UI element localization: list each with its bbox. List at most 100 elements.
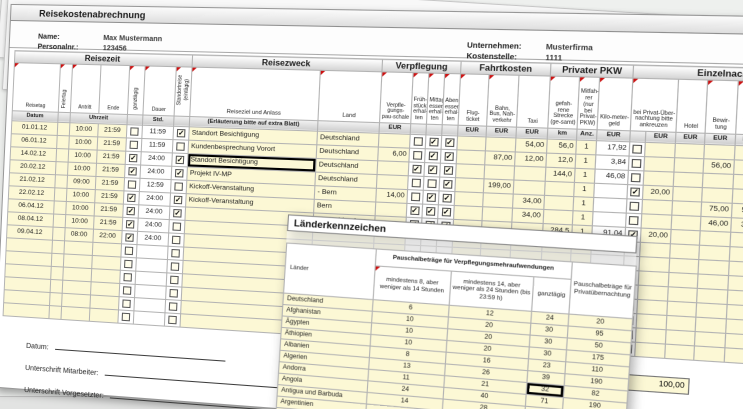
cell-priv[interactable] [626,213,642,228]
cell-feiertag[interactable] [55,161,68,175]
ab-checkbox[interactable]: ✓ [443,166,452,175]
ganz-checkbox[interactable] [122,312,131,321]
cell-taxi[interactable]: 34,00 [513,194,545,209]
ganz-checkbox[interactable] [122,299,131,308]
cell-bahn[interactable] [486,137,517,152]
cell-anz[interactable]: 1 [575,168,596,183]
cell-trink[interactable] [733,174,743,190]
priv-checkbox[interactable] [631,173,641,182]
cell-km[interactable]: 144,0 [545,167,575,182]
cell-ganz[interactable] [124,177,140,191]
mi-checkbox[interactable] [427,179,436,188]
cell-fr[interactable]: ✓ [406,203,422,218]
cell-bahn[interactable] [482,206,513,221]
cell-standort[interactable] [165,299,181,313]
cell-standort[interactable] [167,259,183,273]
cell-priveur[interactable] [642,199,673,215]
cell-flug[interactable] [456,164,485,179]
cell-antritt[interactable]: 10:00 [66,188,95,202]
cell-flug[interactable] [457,136,486,151]
cell-feiertag[interactable] [54,188,67,202]
cell-ganz[interactable]: ✓ [122,230,138,244]
cell-standort[interactable]: ✓ [172,153,188,167]
cell-bewirt[interactable]: 56,00 [703,158,734,174]
cell-verpfl[interactable] [379,133,411,148]
cell-feiertag[interactable] [53,214,66,228]
cell-antritt[interactable]: 10:00 [68,162,97,176]
cell-trink[interactable] [732,189,743,205]
standort-checkbox[interactable] [172,235,181,244]
kostenstelle-value[interactable]: 1111 [545,55,562,63]
priv-checkbox[interactable]: ✓ [630,187,640,196]
standort-checkbox[interactable]: ✓ [177,129,186,138]
cell-hotel[interactable] [673,172,703,188]
cell-bahn[interactable]: 199,00 [484,179,515,194]
cell-taxi[interactable]: 34,00 [512,208,544,223]
cell-ab[interactable]: ✓ [439,191,456,206]
cell-ende[interactable]: 21:59 [95,189,124,203]
cell-ende[interactable]: 21:59 [94,203,123,218]
cell-hotel[interactable] [673,186,703,202]
priv-checkbox[interactable] [630,201,640,210]
cell-mi[interactable]: ✓ [425,148,441,162]
cell-feiertag[interactable] [57,135,70,149]
cell-flug[interactable] [454,205,483,220]
cell-ganz[interactable] [126,124,142,138]
cell-fr[interactable] [409,148,425,162]
cell-ganz[interactable]: ✓ [123,191,139,205]
ganz-checkbox[interactable]: ✓ [128,167,137,175]
cell-standort[interactable] [164,313,180,327]
cell-hotel[interactable] [674,157,704,172]
cell-standort[interactable] [172,139,188,153]
ab-checkbox[interactable]: ✓ [441,207,450,216]
cell-bewirt[interactable] [698,274,729,290]
cell-bahn[interactable]: 87,00 [485,151,516,166]
priv-checkbox[interactable] [629,216,639,225]
cell-priveur[interactable] [641,214,672,230]
cell-fr[interactable] [408,176,424,190]
cell-mi[interactable]: ✓ [425,135,441,149]
standort-checkbox[interactable] [168,315,177,324]
cell-hotel[interactable] [669,258,699,274]
ganz-checkbox[interactable] [125,246,134,255]
standort-checkbox[interactable] [171,249,180,258]
cell-ab[interactable]: ✓ [441,135,458,149]
cell-kmgeld[interactable] [593,197,627,213]
cell-km[interactable] [543,209,573,224]
cell-ganz[interactable] [126,138,142,152]
standort-checkbox[interactable] [170,275,179,284]
cell-priveur[interactable] [640,242,671,258]
cell-mi[interactable]: ✓ [424,162,440,176]
cell-standort[interactable] [167,246,183,260]
cell-feiertag[interactable] [54,201,67,215]
cell-fr[interactable] [407,189,423,204]
cell-ende[interactable]: 21:59 [97,150,126,164]
cell-anz[interactable]: 1 [573,210,594,225]
cell-ab[interactable]: ✓ [439,177,456,192]
cell-priveur[interactable] [644,156,675,171]
cell-standort[interactable] [166,273,182,287]
mi-checkbox[interactable]: ✓ [429,137,438,146]
cell-taxi[interactable]: 54,00 [515,138,547,153]
cell-ab[interactable]: ✓ [440,163,457,178]
cell-antritt[interactable]: 10:00 [66,201,95,215]
cell-bewirt[interactable] [699,245,730,261]
standort-checkbox[interactable] [171,262,180,271]
cell-feiertag[interactable] [51,253,64,267]
cell-verpfl[interactable] [375,202,407,217]
cell-feiertag[interactable] [57,122,70,136]
cell-km[interactable]: 12,0 [546,153,576,168]
cell-fr[interactable] [410,134,426,148]
cell-trink[interactable] [735,145,743,161]
cell-feiertag[interactable] [52,240,65,254]
cell-ganz[interactable] [121,244,137,258]
standort-checkbox[interactable] [176,142,185,151]
cell-anz[interactable]: 1 [574,182,595,197]
cell-verpfl[interactable] [377,161,409,176]
cell-priv[interactable] [629,142,645,157]
cell-priveur[interactable] [638,271,669,287]
cell-hotel[interactable] [668,272,698,288]
cell-standort[interactable] [168,233,184,247]
cell-kmgeld[interactable] [593,211,627,227]
mi-checkbox[interactable]: ✓ [428,151,437,160]
